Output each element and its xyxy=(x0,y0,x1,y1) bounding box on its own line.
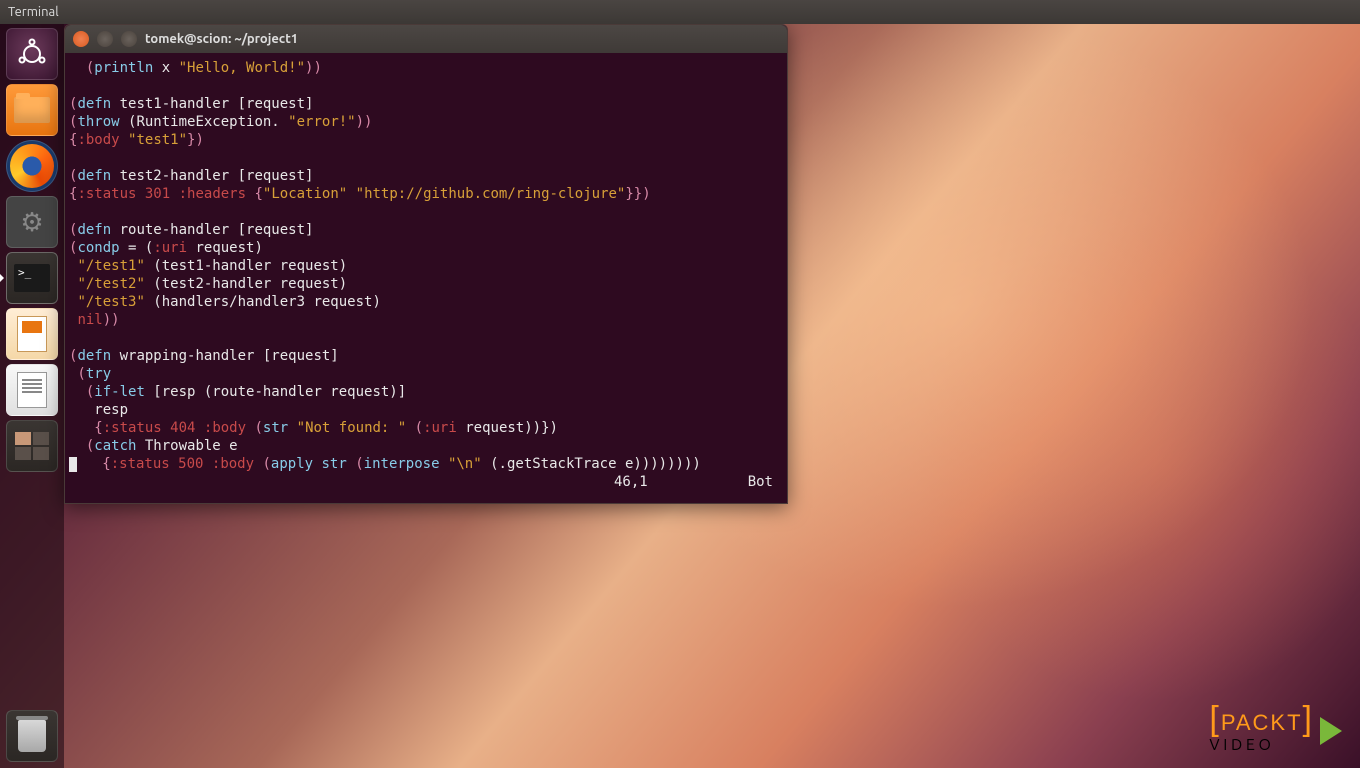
launcher-files[interactable] xyxy=(6,84,58,136)
launcher-trash[interactable] xyxy=(6,710,58,762)
vim-statusline: 46,1 Bot xyxy=(69,473,779,491)
launcher-settings[interactable]: ⚙ xyxy=(6,196,58,248)
terminal-icon: >_ xyxy=(14,264,50,292)
terminal-window: tomek@scion: ~/project1 (println x "Hell… xyxy=(64,24,788,504)
watermark-subtitle: V I D E O xyxy=(1209,736,1271,754)
firefox-icon xyxy=(10,144,54,188)
workspace-icon xyxy=(15,432,49,460)
impress-icon xyxy=(17,316,47,352)
unity-launcher: ⚙ >_ xyxy=(0,24,64,768)
terminal-editor[interactable]: (println x "Hello, World!")) (defn test1… xyxy=(65,53,787,503)
window-close-button[interactable] xyxy=(73,31,89,47)
top-menubar: Terminal xyxy=(0,0,1360,24)
folder-icon xyxy=(14,97,50,123)
launcher-dash[interactable] xyxy=(6,28,58,80)
menubar-app-title: Terminal xyxy=(8,5,59,19)
play-icon xyxy=(1320,717,1342,745)
window-titlebar[interactable]: tomek@scion: ~/project1 xyxy=(65,25,787,53)
gears-icon: ⚙ xyxy=(20,207,43,238)
launcher-impress[interactable] xyxy=(6,308,58,360)
cursor-position: 46,1 xyxy=(614,473,648,491)
watermark: [PACKT] V I D E O xyxy=(1209,708,1342,754)
trash-icon xyxy=(18,720,46,752)
document-icon xyxy=(17,372,47,408)
window-maximize-button[interactable] xyxy=(121,31,137,47)
launcher-writer[interactable] xyxy=(6,364,58,416)
scroll-indicator: Bot xyxy=(748,473,773,491)
window-title: tomek@scion: ~/project1 xyxy=(145,32,298,46)
ubuntu-icon xyxy=(14,36,50,72)
editor-cursor xyxy=(69,457,77,472)
launcher-workspace[interactable] xyxy=(6,420,58,472)
launcher-terminal[interactable]: >_ xyxy=(6,252,58,304)
window-minimize-button[interactable] xyxy=(97,31,113,47)
launcher-firefox[interactable] xyxy=(6,140,58,192)
watermark-brand: [PACKT] xyxy=(1209,708,1314,736)
